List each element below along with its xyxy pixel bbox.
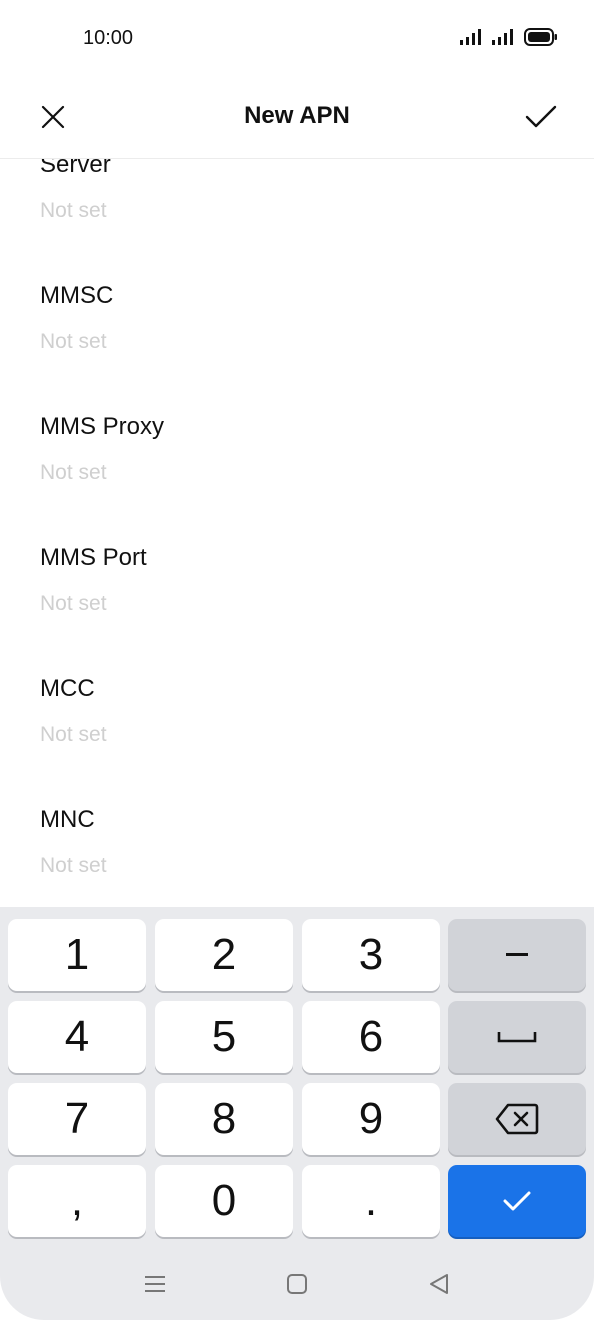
backspace-key[interactable] [448,1083,586,1155]
battery-icon [524,28,557,46]
signal-icon [460,29,481,45]
setting-mms-port[interactable]: MMS Port Not set [40,543,560,618]
setting-mms-proxy[interactable]: MMS Proxy Not set [40,412,560,487]
enter-key[interactable] [448,1165,586,1237]
key-8[interactable]: 8 [155,1083,293,1155]
key-3[interactable]: 3 [302,919,440,991]
setting-value: Not set [40,330,107,353]
key-period[interactable]: . [302,1165,440,1237]
apn-settings-list: Server Not set MMSC Not set MMS Proxy No… [0,159,594,907]
status-time: 10:00 [83,27,134,49]
minus-key[interactable] [448,919,586,991]
minus-icon [506,953,528,956]
setting-mmsc[interactable]: MMSC Not set [40,281,560,356]
system-nav-bar [0,1247,594,1320]
key-4[interactable]: 4 [8,1001,146,1073]
key-9[interactable]: 9 [302,1083,440,1155]
setting-label: MMS Port [40,544,147,571]
check-icon [525,105,557,128]
back-button[interactable] [424,1269,454,1299]
setting-label: MMSC [40,282,114,309]
key-5[interactable]: 5 [155,1001,293,1073]
confirm-button[interactable] [518,94,564,140]
setting-mcc[interactable]: MCC Not set [40,674,560,749]
signal-icon [492,29,513,45]
status-bar: 10:00 [0,0,594,80]
space-key[interactable] [448,1001,586,1073]
setting-label: MMS Proxy [40,413,165,440]
page-title: New APN [244,102,350,129]
key-7[interactable]: 7 [8,1083,146,1155]
status-icons [460,28,558,46]
setting-value: Not set [40,592,107,615]
back-icon [430,1274,448,1294]
numeric-keyboard: 1 2 3 4 5 6 7 8 9 , 0 . [0,907,594,1247]
setting-value: Not set [40,854,107,877]
backspace-icon [495,1103,539,1135]
recents-button[interactable] [140,1269,170,1299]
key-comma[interactable]: , [8,1165,146,1237]
enter-check-icon [503,1191,531,1211]
setting-value: Not set [40,199,107,222]
key-6[interactable]: 6 [302,1001,440,1073]
setting-value: Not set [40,461,107,484]
key-0[interactable]: 0 [155,1165,293,1237]
setting-server[interactable]: Server Not set [40,159,560,225]
space-icon [497,1032,537,1043]
screen: 10:00 New APN Server Not set MMSC Not se… [0,0,594,1320]
home-icon [287,1274,307,1294]
key-2[interactable]: 2 [155,919,293,991]
setting-label: MNC [40,806,95,833]
key-1[interactable]: 1 [8,919,146,991]
setting-value: Not set [40,723,107,746]
menu-icon [145,1276,165,1292]
setting-label: MCC [40,675,95,702]
setting-mnc[interactable]: MNC Not set [40,805,560,880]
app-header: New APN [0,80,594,159]
setting-label: Server [40,159,111,178]
home-button[interactable] [282,1269,312,1299]
